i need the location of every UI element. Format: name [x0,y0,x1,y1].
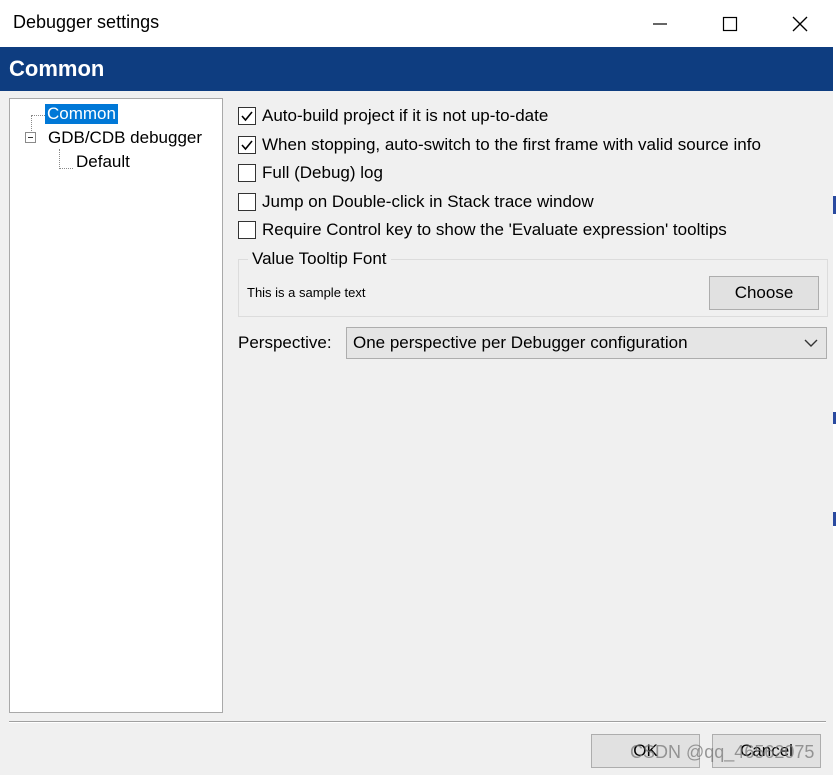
auto-switch-option[interactable]: When stopping, auto-switch to the first … [238,135,761,155]
tree-item-gdb-cdb-debugger[interactable]: GDB/CDB debugger [48,128,202,148]
maximize-button[interactable] [695,0,765,47]
auto-switch-checkbox[interactable] [238,136,256,154]
tree-connector [59,168,73,169]
group-title: Value Tooltip Font [248,249,391,269]
require-ctrl-label: Require Control key to show the 'Evaluat… [262,220,727,239]
tree-connector [31,115,45,116]
jump-dblclick-checkbox[interactable] [238,193,256,211]
checkmark-icon [241,140,253,151]
watermark-text: CSDN @qq_46562075 [630,742,815,762]
jump-dblclick-label: Jump on Double-click in Stack trace wind… [262,192,594,211]
require-ctrl-checkbox[interactable] [238,221,256,239]
chevron-down-icon [804,339,818,347]
window-title: Debugger settings [13,12,160,32]
tree-item-default[interactable]: Default [76,152,130,172]
full-log-checkbox[interactable] [238,164,256,182]
collapse-toggle-icon[interactable] [25,132,36,143]
auto-build-label: Auto-build project if it is not up-to-da… [262,106,549,125]
perspective-value: One perspective per Debugger configurati… [353,333,688,352]
tree-connector [31,115,32,133]
settings-tree[interactable]: Common GDB/CDB debugger Default [9,98,223,713]
tooltip-font-group: Value Tooltip Font This is a sample text… [238,249,828,317]
full-log-label: Full (Debug) log [262,163,383,182]
require-ctrl-option[interactable]: Require Control key to show the 'Evaluat… [238,220,727,240]
section-banner: Common [0,47,836,91]
perspective-label: Perspective: [238,333,332,352]
maximize-icon [722,16,738,31]
tree-connector [59,149,60,169]
full-log-option[interactable]: Full (Debug) log [238,163,383,183]
footer-divider-highlight [9,722,826,723]
perspective-select[interactable]: One perspective per Debugger configurati… [346,327,827,359]
tree-item-common[interactable]: Common [45,104,118,124]
section-title: Common [9,56,105,81]
checkmark-icon [241,111,253,122]
auto-build-option[interactable]: Auto-build project if it is not up-to-da… [238,106,548,126]
minimize-button[interactable] [625,0,695,47]
auto-switch-label: When stopping, auto-switch to the first … [262,135,761,154]
title-bar: Debugger settings [0,0,836,47]
font-sample-text: This is a sample text [247,285,366,300]
minimize-icon [653,22,667,25]
auto-build-checkbox[interactable] [238,107,256,125]
close-icon [792,16,808,31]
close-button[interactable] [765,0,835,47]
choose-font-button[interactable]: Choose [709,276,819,310]
jump-dblclick-option[interactable]: Jump on Double-click in Stack trace wind… [238,192,594,212]
